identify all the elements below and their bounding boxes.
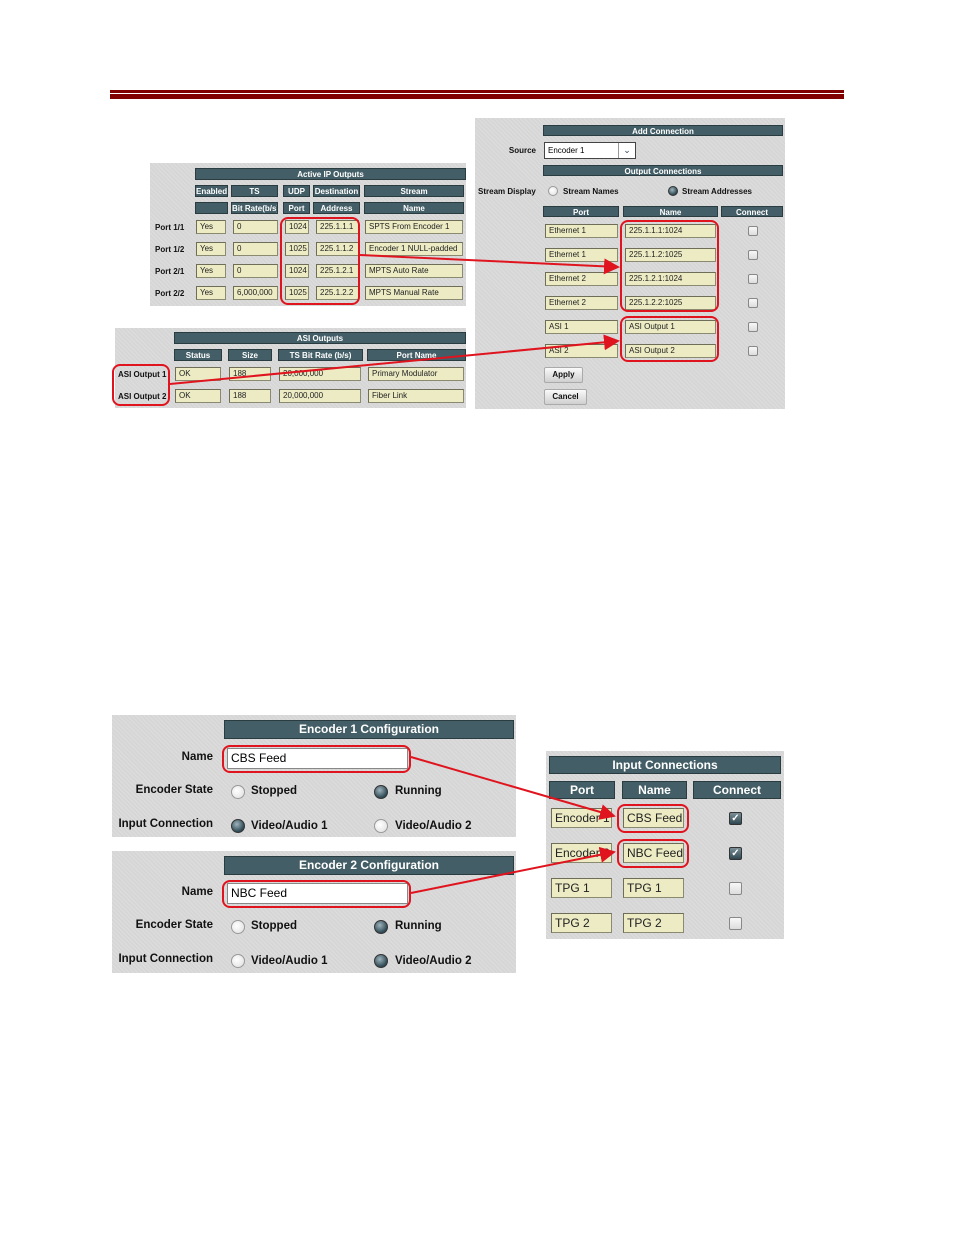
annotation-arrows xyxy=(169,254,620,894)
arrow-encoder2-to-nbc xyxy=(410,846,616,894)
arrow-asi-to-asi-names xyxy=(169,334,620,385)
arrow-ip-to-stream-addresses xyxy=(359,254,620,275)
arrow-encoder1-to-cbs xyxy=(410,756,616,820)
